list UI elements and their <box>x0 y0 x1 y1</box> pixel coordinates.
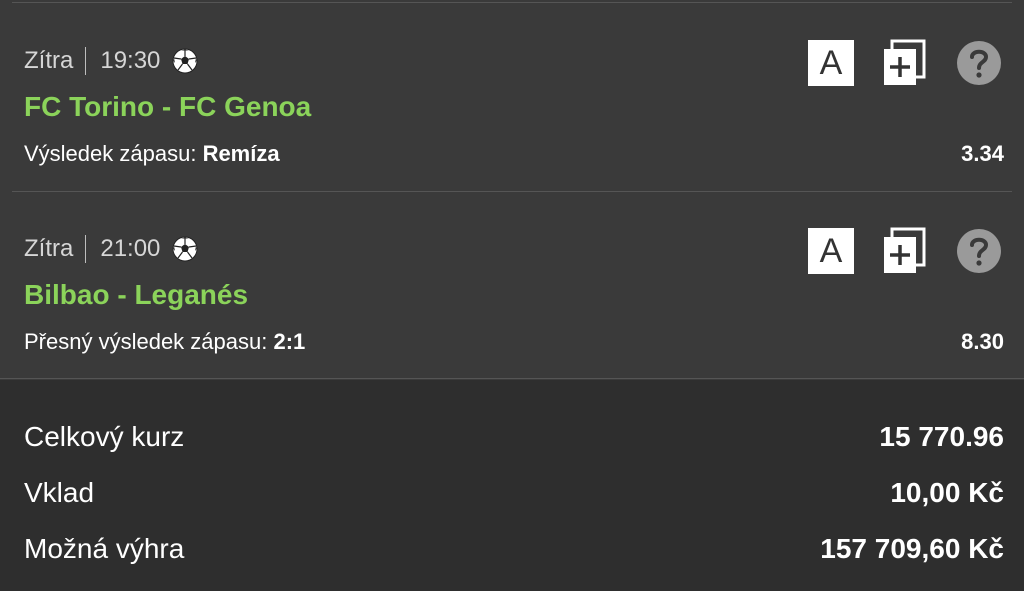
a-icon[interactable]: A <box>808 228 854 274</box>
bet-time: 19:30 <box>100 47 161 74</box>
bet-slip: Zítra 19:30 FC Torino - FC Genoa Výslede… <box>0 0 1024 591</box>
soccer-ball-icon <box>172 48 198 74</box>
bet-item: Zítra 19:30 FC Torino - FC Genoa Výslede… <box>0 3 1024 192</box>
stake-row: Vklad 10,00 Kč <box>24 473 1004 513</box>
stake-label: Vklad <box>24 477 95 508</box>
bet-day: Zítra <box>24 47 74 74</box>
match-name[interactable]: FC Torino - FC Genoa <box>24 91 311 123</box>
selection: Remíza <box>202 141 280 166</box>
a-icon[interactable]: A <box>808 40 854 86</box>
bet-day: Zítra <box>24 235 74 262</box>
odds: 3.34 <box>961 141 1004 166</box>
soccer-ball-icon <box>172 236 198 262</box>
win-value: 157 709,60 Kč <box>820 533 1004 564</box>
bet-item: Zítra 21:00 Bilbao - Leganés Přesný výsl… <box>0 191 1024 379</box>
bet-meta: Zítra 19:30 <box>24 46 198 76</box>
market: Přesný výsledek zápasu: 2:1 <box>24 329 305 355</box>
market: Výsledek zápasu: Remíza <box>24 141 280 167</box>
bet-time: 21:00 <box>100 235 161 262</box>
separator <box>85 235 87 263</box>
total-odds-row: Celkový kurz 15 770.96 <box>24 417 1004 457</box>
win-label: Možná výhra <box>24 533 185 564</box>
bet-list: Zítra 19:30 FC Torino - FC Genoa Výslede… <box>0 0 1024 379</box>
match-name[interactable]: Bilbao - Leganés <box>24 279 248 311</box>
bet-actions: A <box>808 227 1002 275</box>
stake-value[interactable]: 10,00 Kč <box>890 477 1004 509</box>
help-icon[interactable] <box>956 228 1002 274</box>
total-odds-value: 15 770.96 <box>879 421 1004 452</box>
add-copy-icon[interactable] <box>880 227 928 275</box>
help-icon[interactable] <box>956 40 1002 86</box>
add-copy-icon[interactable] <box>880 39 928 87</box>
bet-actions: A <box>808 39 1002 87</box>
odds: 8.30 <box>961 329 1004 354</box>
market-label: Výsledek zápasu: <box>24 141 197 166</box>
market-label: Přesný výsledek zápasu: <box>24 329 268 354</box>
win-row: Možná výhra 157 709,60 Kč <box>24 529 1004 569</box>
separator <box>85 47 87 75</box>
bet-meta: Zítra 21:00 <box>24 234 198 264</box>
selection: 2:1 <box>273 329 306 354</box>
total-odds-label: Celkový kurz <box>24 421 185 452</box>
bet-summary: Celkový kurz 15 770.96 Vklad 10,00 Kč Mo… <box>0 380 1024 591</box>
